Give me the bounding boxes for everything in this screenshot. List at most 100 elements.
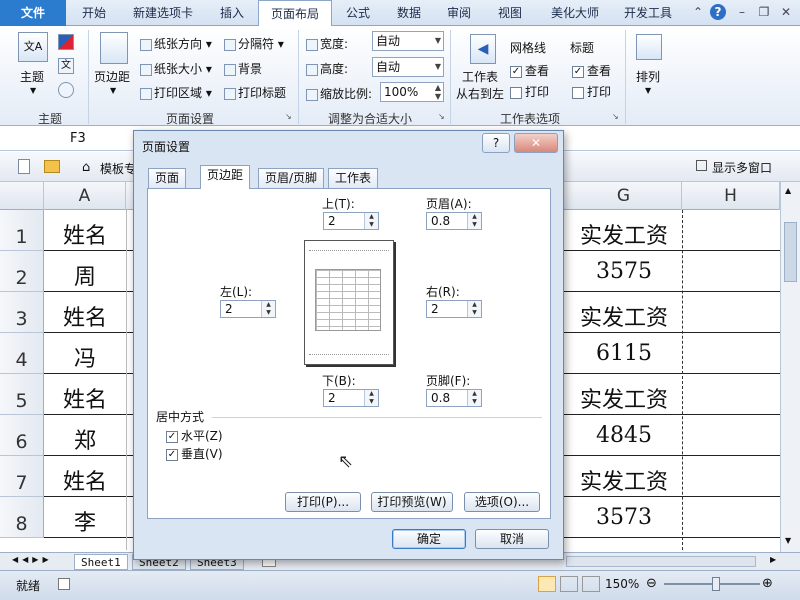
- tab-new[interactable]: 新建选项卡: [122, 0, 204, 26]
- normal-view-icon[interactable]: [538, 576, 556, 592]
- scroll-up-icon[interactable]: ▲: [785, 186, 791, 195]
- tab-formulas[interactable]: 公式: [334, 0, 382, 26]
- print-button[interactable]: 打印(P)...: [285, 492, 361, 512]
- cancel-button[interactable]: 取消: [475, 529, 549, 549]
- theme-button[interactable]: 主题: [20, 68, 44, 85]
- restore-icon[interactable]: ❐: [756, 4, 772, 20]
- cell-g[interactable]: 6115: [566, 341, 682, 366]
- sheet-rtl-label2[interactable]: 从右到左: [456, 85, 504, 102]
- minimize-icon[interactable]: –: [734, 4, 750, 20]
- spin-arrows-icon[interactable]: ▲ ▼: [467, 390, 481, 406]
- cell-a[interactable]: 姓名: [44, 382, 126, 414]
- theme-icon[interactable]: 文A: [18, 32, 48, 62]
- tab-beautify[interactable]: 美化大师: [538, 0, 612, 26]
- scale-spinner[interactable]: 100% ▲ ▼: [380, 82, 444, 102]
- col-header-h[interactable]: H: [682, 182, 780, 210]
- cell-g[interactable]: 3575: [566, 259, 682, 284]
- macro-record-icon[interactable]: [58, 578, 70, 590]
- cell-a[interactable]: 姓名: [44, 300, 126, 332]
- cell-g[interactable]: 实发工资: [566, 300, 682, 332]
- tab-view[interactable]: 视图: [486, 0, 534, 26]
- zoom-slider-thumb[interactable]: [712, 577, 720, 591]
- spin-arrows-icon[interactable]: ▲ ▼: [364, 390, 378, 406]
- folder-icon[interactable]: [44, 160, 60, 173]
- sheet-nav-icon[interactable]: ◀◀▶▶: [12, 555, 53, 564]
- page-layout-view-icon[interactable]: [560, 576, 578, 592]
- row-header[interactable]: 2: [0, 251, 44, 292]
- row-header[interactable]: 7: [0, 456, 44, 497]
- sheet-rtl-label1[interactable]: 工作表: [462, 68, 498, 85]
- cell-a[interactable]: 郑: [44, 423, 126, 455]
- cell-a[interactable]: 姓名: [44, 218, 126, 250]
- help-icon[interactable]: ?: [710, 4, 726, 20]
- horizontal-scrollbar[interactable]: [566, 556, 756, 567]
- headings-print-checkbox[interactable]: 打印: [572, 83, 611, 100]
- template-label[interactable]: 模板专: [100, 160, 136, 177]
- dialog-tab-header-footer[interactable]: 页眉/页脚: [258, 168, 325, 188]
- right-margin-spinner[interactable]: 2 ▲ ▼: [426, 300, 482, 318]
- sheet-options-launcher-icon[interactable]: ↘: [612, 112, 619, 121]
- cell-a[interactable]: 姓名: [44, 464, 126, 496]
- row-header[interactable]: 4: [0, 333, 44, 374]
- tab-page-layout[interactable]: 页面布局: [258, 0, 332, 27]
- tab-file[interactable]: 文件: [0, 0, 66, 26]
- page-break-view-icon[interactable]: [582, 576, 600, 592]
- header-margin-spinner[interactable]: 0.8 ▲ ▼: [426, 212, 482, 230]
- row-header[interactable]: 5: [0, 374, 44, 415]
- headings-view-checkbox[interactable]: ✓ 查看: [572, 62, 611, 79]
- scroll-right-icon[interactable]: ▶: [770, 555, 776, 564]
- cell-g[interactable]: 实发工资: [566, 218, 682, 250]
- footer-margin-spinner[interactable]: 0.8 ▲ ▼: [426, 389, 482, 407]
- cell-a[interactable]: 李: [44, 505, 126, 537]
- cell-g[interactable]: 实发工资: [566, 464, 682, 496]
- print-titles-button[interactable]: 打印标题: [224, 84, 286, 101]
- dialog-tab-sheet[interactable]: 工作表: [328, 168, 379, 188]
- tab-developer[interactable]: 开发工具: [616, 0, 680, 26]
- zoom-in-icon[interactable]: ⊕: [762, 576, 773, 591]
- scale-launcher-icon[interactable]: ↘: [438, 112, 445, 121]
- gridlines-view-checkbox[interactable]: ✓ 查看: [510, 62, 549, 79]
- options-button[interactable]: 选项(O)...: [464, 492, 540, 512]
- bottom-margin-spinner[interactable]: 2 ▲ ▼: [323, 389, 379, 407]
- theme-effects-icon[interactable]: [58, 82, 74, 98]
- zoom-out-icon[interactable]: ⊖: [646, 576, 657, 591]
- margins-button[interactable]: 页边距: [94, 68, 130, 85]
- margins-icon[interactable]: [100, 32, 128, 64]
- dialog-help-button[interactable]: ?: [482, 133, 510, 153]
- col-header-a[interactable]: A: [44, 182, 126, 210]
- tab-data[interactable]: 数据: [386, 0, 432, 26]
- page-setup-launcher-icon[interactable]: ↘: [285, 112, 292, 121]
- tab-home[interactable]: 开始: [70, 0, 118, 26]
- spin-arrows-icon[interactable]: ▲ ▼: [364, 213, 378, 229]
- new-file-icon[interactable]: [18, 159, 30, 174]
- arrange-button[interactable]: 排列: [636, 68, 660, 85]
- ok-button[interactable]: 确定: [392, 529, 466, 549]
- arrange-icon[interactable]: [636, 34, 662, 60]
- background-button[interactable]: 背景: [224, 60, 262, 77]
- home-icon[interactable]: ⌂: [82, 160, 90, 175]
- breaks-button[interactable]: 分隔符 ▾: [224, 35, 284, 52]
- scroll-thumb[interactable]: [784, 222, 797, 282]
- print-preview-button[interactable]: 打印预览(W): [371, 492, 453, 512]
- theme-fonts-icon[interactable]: 文: [58, 58, 74, 74]
- vertical-scrollbar[interactable]: ▲ ▼: [780, 182, 800, 552]
- tab-review[interactable]: 审阅: [436, 0, 482, 26]
- left-margin-spinner[interactable]: 2 ▲ ▼: [220, 300, 276, 318]
- sheet-rtl-icon[interactable]: ◀: [470, 34, 496, 64]
- name-box[interactable]: F3: [10, 130, 138, 148]
- dialog-tab-page[interactable]: 页面: [148, 168, 187, 188]
- spin-arrows-icon[interactable]: ▲ ▼: [261, 301, 275, 317]
- tab-insert[interactable]: 插入: [208, 0, 256, 26]
- orientation-button[interactable]: 纸张方向 ▾: [140, 35, 212, 52]
- spin-arrows-icon[interactable]: ▲ ▼: [467, 301, 481, 317]
- row-header[interactable]: 8: [0, 497, 44, 538]
- select-all-corner[interactable]: [0, 182, 44, 210]
- center-vertical-checkbox[interactable]: ✓ 垂直(V): [166, 445, 223, 462]
- cell-g[interactable]: 4845: [566, 423, 682, 448]
- gridlines-print-checkbox[interactable]: 打印: [510, 83, 549, 100]
- dialog-close-button[interactable]: ✕: [514, 133, 558, 153]
- row-header[interactable]: 1: [0, 210, 44, 251]
- center-horizontal-checkbox[interactable]: ✓ 水平(Z): [166, 427, 223, 444]
- row-header[interactable]: 3: [0, 292, 44, 333]
- dialog-tab-margins[interactable]: 页边距: [200, 165, 251, 189]
